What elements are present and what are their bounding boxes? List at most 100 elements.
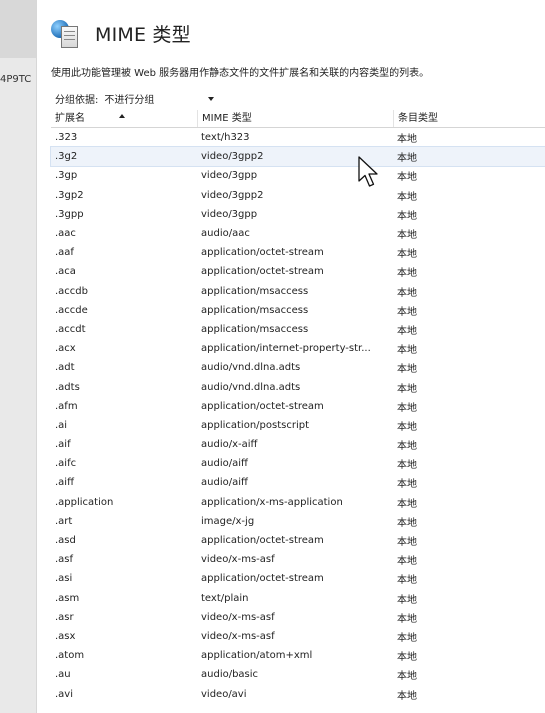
cell-extension: .application [55, 496, 114, 508]
cell-entry-type: 本地 [397, 498, 417, 510]
cell-extension: .ai [55, 419, 68, 431]
column-header-extension[interactable]: 扩展名 [51, 110, 197, 127]
cell-mime-type: video/x-ms-asf [201, 554, 275, 566]
cell-extension: .aac [55, 228, 76, 240]
table-row[interactable]: .asf video/x-ms-asf 本地 [51, 550, 545, 569]
cell-extension: .aifc [55, 458, 77, 470]
table-row[interactable]: .asr video/x-ms-asf 本地 [51, 608, 545, 627]
cell-entry-type: 本地 [397, 517, 417, 529]
cell-entry-type: 本地 [397, 364, 417, 376]
cell-extension: .3gpp [55, 208, 84, 220]
cell-mime-type: audio/aiff [201, 477, 248, 489]
cell-entry-type: 本地 [397, 287, 417, 299]
cell-mime-type: audio/x-aiff [201, 439, 258, 451]
cell-extension: .adts [55, 381, 80, 393]
tree-panel-toolbar [0, 0, 36, 58]
table-row[interactable]: .3gp video/3gpp 本地 [51, 166, 545, 185]
table-row[interactable]: .asx video/x-ms-asf 本地 [51, 627, 545, 646]
cell-extension: .asx [55, 630, 76, 642]
cell-mime-type: application/octet-stream [201, 400, 324, 412]
cell-mime-type: text/h323 [201, 132, 250, 144]
cell-extension: .avi [55, 688, 74, 700]
table-row[interactable]: .aaf application/octet-stream 本地 [51, 243, 545, 262]
cell-extension: .adt [55, 362, 75, 374]
tree-node-server[interactable]: 4P9TC [0, 74, 36, 85]
group-by-label: 分组依据: [55, 95, 99, 106]
table-row[interactable]: .3gpp video/3gpp 本地 [51, 205, 545, 224]
cell-extension: .accdb [55, 285, 88, 297]
table-row[interactable]: .application application/x-ms-application… [51, 493, 545, 512]
table-row[interactable]: .3gp2 video/3gpp2 本地 [51, 186, 545, 205]
cell-entry-type: 本地 [397, 671, 417, 683]
cell-mime-type: video/x-ms-asf [201, 611, 275, 623]
table-row[interactable]: .atom application/atom+xml 本地 [51, 646, 545, 665]
cell-mime-type: application/msaccess [201, 304, 309, 316]
page-header: MIME 类型 [51, 18, 191, 48]
table-row[interactable]: .asm text/plain 本地 [51, 589, 545, 608]
cell-extension: .asf [55, 554, 74, 566]
cell-extension: .aaf [55, 247, 74, 259]
cell-extension: .au [55, 669, 71, 681]
table-row[interactable]: .accde application/msaccess 本地 [51, 301, 545, 320]
table-row[interactable]: .aca application/octet-stream 本地 [51, 262, 545, 281]
cell-mime-type: video/3gpp [201, 208, 258, 220]
cell-extension: .aca [55, 266, 76, 278]
cell-extension: .atom [55, 650, 85, 662]
table-row[interactable]: .aiff audio/aiff 本地 [51, 473, 545, 492]
table-row[interactable]: .avi video/avi 本地 [51, 684, 545, 703]
mime-types-panel: MIME 类型 使用此功能管理被 Web 服务器用作静态文件的文件扩展名和关联的… [36, 0, 545, 713]
table-row[interactable]: .adts audio/vnd.dlna.adts 本地 [51, 377, 545, 396]
table-row[interactable]: .au audio/basic 本地 [51, 665, 545, 684]
table-row[interactable]: .aac audio/aac 本地 [51, 224, 545, 243]
cell-entry-type: 本地 [397, 594, 417, 606]
group-by-value: 不进行分组 [104, 95, 155, 106]
sort-ascending-icon [119, 114, 125, 118]
cell-mime-type: application/internet-property-str... [201, 343, 371, 355]
table-row[interactable]: .accdb application/msaccess 本地 [51, 282, 545, 301]
cell-entry-type: 本地 [397, 632, 417, 644]
cell-mime-type: application/octet-stream [201, 573, 324, 585]
cell-mime-type: application/atom+xml [201, 650, 313, 662]
cell-mime-type: audio/vnd.dlna.adts [201, 362, 301, 374]
column-header-label: 条目类型 [398, 113, 438, 124]
cell-entry-type: 本地 [397, 556, 417, 568]
cell-mime-type: text/plain [201, 592, 249, 604]
column-header-mime-type[interactable]: MIME 类型 [197, 110, 393, 127]
cell-entry-type: 本地 [397, 268, 417, 280]
mime-types-table: 扩展名 MIME 类型 条目类型 .323 text/h323 本地 .3g2 vide… [50, 110, 545, 704]
table-row[interactable]: .acx application/internet-property-str...… [51, 339, 545, 358]
group-by-row: 分组依据: 不进行分组 [55, 91, 215, 106]
cell-mime-type: application/postscript [201, 419, 309, 431]
cell-mime-type: audio/vnd.dlna.adts [201, 381, 301, 393]
column-header-entry-type[interactable]: 条目类型 [393, 110, 545, 127]
page-description: 使用此功能管理被 Web 服务器用作静态文件的文件扩展名和关联的内容类型的列表。 [51, 68, 430, 79]
cell-entry-type: 本地 [397, 460, 417, 472]
cell-entry-type: 本地 [397, 402, 417, 414]
table-header: 扩展名 MIME 类型 条目类型 [51, 110, 545, 128]
table-row[interactable]: .asi application/octet-stream 本地 [51, 569, 545, 588]
page-title: MIME 类型 [95, 23, 191, 46]
cell-extension: .3gp [55, 170, 78, 182]
table-row[interactable]: .afm application/octet-stream 本地 [51, 397, 545, 416]
table-row[interactable]: .aifc audio/aiff 本地 [51, 454, 545, 473]
table-body: .323 text/h323 本地 .3g2 video/3gpp2 本地 .3gp vide… [50, 128, 545, 704]
group-by-dropdown[interactable]: 不进行分组 [104, 92, 215, 106]
cell-mime-type: image/x-jg [201, 515, 255, 527]
table-row[interactable]: .accdt application/msaccess 本地 [51, 320, 545, 339]
cell-mime-type: audio/aac [201, 228, 250, 240]
connections-tree-panel: 4P9TC [0, 0, 37, 713]
table-row[interactable]: .aif audio/x-aiff 本地 [51, 435, 545, 454]
table-row[interactable]: .asd application/octet-stream 本地 [51, 531, 545, 550]
table-row[interactable]: .adt audio/vnd.dlna.adts 本地 [51, 358, 545, 377]
cell-extension: .3gp2 [55, 189, 84, 201]
table-row[interactable]: .ai application/postscript 本地 [51, 416, 545, 435]
cell-extension: .aif [55, 439, 71, 451]
cell-entry-type: 本地 [397, 249, 417, 261]
table-row[interactable]: .323 text/h323 本地 [51, 128, 545, 147]
cell-extension: .acx [55, 343, 76, 355]
table-row[interactable]: .3g2 video/3gpp2 本地 [50, 146, 545, 168]
table-row[interactable]: .art image/x-jg 本地 [51, 512, 545, 531]
cell-entry-type: 本地 [397, 537, 417, 549]
cell-extension: .323 [55, 132, 78, 144]
cell-mime-type: video/avi [201, 688, 247, 700]
